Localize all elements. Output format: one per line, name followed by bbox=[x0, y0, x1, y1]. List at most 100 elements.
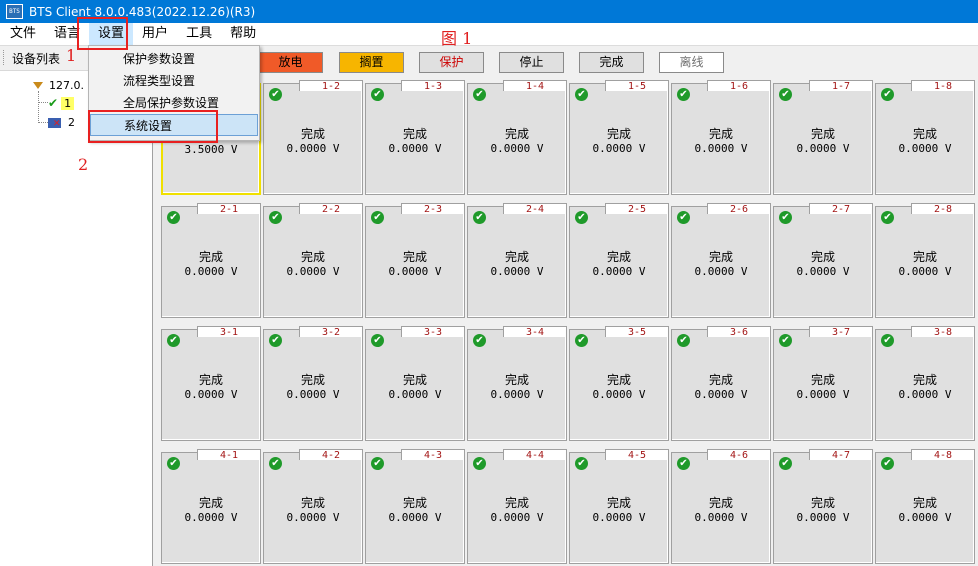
channel-status: 完成 bbox=[402, 127, 427, 141]
legend-discharge[interactable]: 放电 bbox=[258, 52, 323, 73]
channel-status: 完成 bbox=[708, 373, 733, 387]
channel-status: 完成 bbox=[402, 250, 427, 264]
check-icon: ✔ bbox=[473, 334, 486, 347]
channel-id-label: 2-1 bbox=[197, 203, 261, 215]
channel-status: 完成 bbox=[810, 373, 835, 387]
legend-rest[interactable]: 搁置 bbox=[339, 52, 404, 73]
channel-voltage: 0.0000 V bbox=[490, 265, 544, 278]
menu-user[interactable]: 用户 bbox=[133, 23, 177, 45]
channel-status: 完成 bbox=[912, 250, 937, 264]
legend-offline[interactable]: 离线 bbox=[659, 52, 724, 73]
channel-cell[interactable]: 4-1 ✔ 完成 0.0000 V bbox=[161, 449, 261, 564]
channel-cell[interactable]: 3-4 ✔ 完成 0.0000 V bbox=[467, 326, 567, 441]
channel-voltage: 0.0000 V bbox=[898, 511, 952, 524]
highlight-settings-menu bbox=[77, 17, 128, 50]
channel-voltage: 0.0000 V bbox=[184, 265, 238, 278]
channel-cell[interactable]: 2-3 ✔ 完成 0.0000 V bbox=[365, 203, 465, 318]
channel-cell[interactable]: 1-6 ✔ 完成 0.0000 V bbox=[671, 80, 771, 195]
channel-cell[interactable]: 4-3 ✔ 完成 0.0000 V bbox=[365, 449, 465, 564]
channel-id-label: 3-3 bbox=[401, 326, 465, 338]
check-icon: ✔ bbox=[575, 334, 588, 347]
tree-node-device-2[interactable]: 2 bbox=[48, 116, 78, 129]
tree-node-device-1[interactable]: ✔ 1 bbox=[48, 96, 75, 110]
channel-voltage: 0.0000 V bbox=[286, 511, 340, 524]
channel-cell[interactable]: 2-4 ✔ 完成 0.0000 V bbox=[467, 203, 567, 318]
channel-id-label: 1-5 bbox=[605, 80, 669, 92]
channel-cell[interactable]: 3-8 ✔ 完成 0.0000 V bbox=[875, 326, 975, 441]
channel-voltage: 3.5000 V bbox=[184, 143, 238, 156]
channel-voltage: 0.0000 V bbox=[184, 388, 238, 401]
channel-voltage: 0.0000 V bbox=[490, 142, 544, 155]
channel-id-label: 4-2 bbox=[299, 449, 363, 461]
channel-id-label: 1-6 bbox=[707, 80, 771, 92]
channel-id-label: 3-1 bbox=[197, 326, 261, 338]
channel-cell[interactable]: 4-4 ✔ 完成 0.0000 V bbox=[467, 449, 567, 564]
menu-file[interactable]: 文件 bbox=[0, 23, 45, 45]
channel-voltage: 0.0000 V bbox=[592, 265, 646, 278]
channel-cell[interactable]: 1-8 ✔ 完成 0.0000 V bbox=[875, 80, 975, 195]
check-icon: ✔ bbox=[371, 457, 384, 470]
legend-stop[interactable]: 停止 bbox=[499, 52, 564, 73]
channel-status: 完成 bbox=[504, 127, 529, 141]
menu-tools[interactable]: 工具 bbox=[177, 23, 221, 45]
channel-cell[interactable]: 4-2 ✔ 完成 0.0000 V bbox=[263, 449, 363, 564]
menu-protection-params[interactable]: 保护参数设置 bbox=[90, 48, 258, 70]
check-icon: ✔ bbox=[677, 334, 690, 347]
channel-status: 完成 bbox=[708, 250, 733, 264]
channel-id-label: 2-5 bbox=[605, 203, 669, 215]
channel-cell[interactable]: 2-7 ✔ 完成 0.0000 V bbox=[773, 203, 873, 318]
legend-complete[interactable]: 完成 bbox=[579, 52, 644, 73]
channel-voltage: 0.0000 V bbox=[694, 142, 748, 155]
check-icon: ✔ bbox=[167, 334, 180, 347]
tree-device-2-label: 2 bbox=[68, 116, 75, 129]
check-icon: ✔ bbox=[167, 457, 180, 470]
channel-cell[interactable]: 4-5 ✔ 完成 0.0000 V bbox=[569, 449, 669, 564]
channel-cell[interactable]: 2-5 ✔ 完成 0.0000 V bbox=[569, 203, 669, 318]
channel-cell[interactable]: 2-8 ✔ 完成 0.0000 V bbox=[875, 203, 975, 318]
expand-triangle-icon[interactable] bbox=[33, 82, 43, 89]
channel-status: 完成 bbox=[606, 373, 631, 387]
highlight-system-settings bbox=[88, 110, 218, 143]
channel-cell[interactable]: 4-8 ✔ 完成 0.0000 V bbox=[875, 449, 975, 564]
channel-cell[interactable]: 2-2 ✔ 完成 0.0000 V bbox=[263, 203, 363, 318]
channel-cell[interactable]: 1-7 ✔ 完成 0.0000 V bbox=[773, 80, 873, 195]
channel-cell[interactable]: 3-2 ✔ 完成 0.0000 V bbox=[263, 326, 363, 441]
channel-id-label: 4-1 bbox=[197, 449, 261, 461]
channel-id-label: 1-4 bbox=[503, 80, 567, 92]
channel-cell[interactable]: 3-1 ✔ 完成 0.0000 V bbox=[161, 326, 261, 441]
channel-cell[interactable]: 1-3 ✔ 完成 0.0000 V bbox=[365, 80, 465, 195]
channel-cell[interactable]: 3-5 ✔ 完成 0.0000 V bbox=[569, 326, 669, 441]
check-icon: ✔ bbox=[48, 96, 59, 110]
channel-cell[interactable]: 3-6 ✔ 完成 0.0000 V bbox=[671, 326, 771, 441]
channel-cell[interactable]: 2-1 ✔ 完成 0.0000 V bbox=[161, 203, 261, 318]
menu-process-type[interactable]: 流程类型设置 bbox=[90, 70, 258, 92]
check-icon: ✔ bbox=[269, 211, 282, 224]
channel-id-label: 2-7 bbox=[809, 203, 873, 215]
channel-cell[interactable]: 3-3 ✔ 完成 0.0000 V bbox=[365, 326, 465, 441]
check-icon: ✔ bbox=[779, 334, 792, 347]
check-icon: ✔ bbox=[473, 457, 486, 470]
check-icon: ✔ bbox=[575, 211, 588, 224]
channel-voltage: 0.0000 V bbox=[490, 511, 544, 524]
menu-help[interactable]: 帮助 bbox=[221, 23, 265, 45]
channel-status: 完成 bbox=[504, 496, 529, 510]
channel-cell[interactable]: 2-6 ✔ 完成 0.0000 V bbox=[671, 203, 771, 318]
tree-device-1-label: 1 bbox=[61, 96, 75, 110]
channel-cell[interactable]: 1-5 ✔ 完成 0.0000 V bbox=[569, 80, 669, 195]
channel-cell[interactable]: 3-7 ✔ 完成 0.0000 V bbox=[773, 326, 873, 441]
app-icon: BTS bbox=[6, 4, 23, 19]
channel-voltage: 0.0000 V bbox=[388, 142, 442, 155]
channel-cell[interactable]: 4-7 ✔ 完成 0.0000 V bbox=[773, 449, 873, 564]
channel-status: 完成 bbox=[708, 496, 733, 510]
figure-caption: 图 1 bbox=[441, 29, 473, 48]
device-tree: 127.0. ✔ 1 2 bbox=[0, 70, 153, 566]
channel-cell[interactable]: 1-2 ✔ 完成 0.0000 V bbox=[263, 80, 363, 195]
channel-cell[interactable]: 1-4 ✔ 完成 0.0000 V bbox=[467, 80, 567, 195]
check-icon: ✔ bbox=[881, 457, 894, 470]
channel-status: 完成 bbox=[912, 127, 937, 141]
channel-voltage: 0.0000 V bbox=[388, 265, 442, 278]
channel-id-label: 3-4 bbox=[503, 326, 567, 338]
legend-protect[interactable]: 保护 bbox=[419, 52, 484, 73]
channel-cell[interactable]: 4-6 ✔ 完成 0.0000 V bbox=[671, 449, 771, 564]
channel-status: 完成 bbox=[606, 250, 631, 264]
